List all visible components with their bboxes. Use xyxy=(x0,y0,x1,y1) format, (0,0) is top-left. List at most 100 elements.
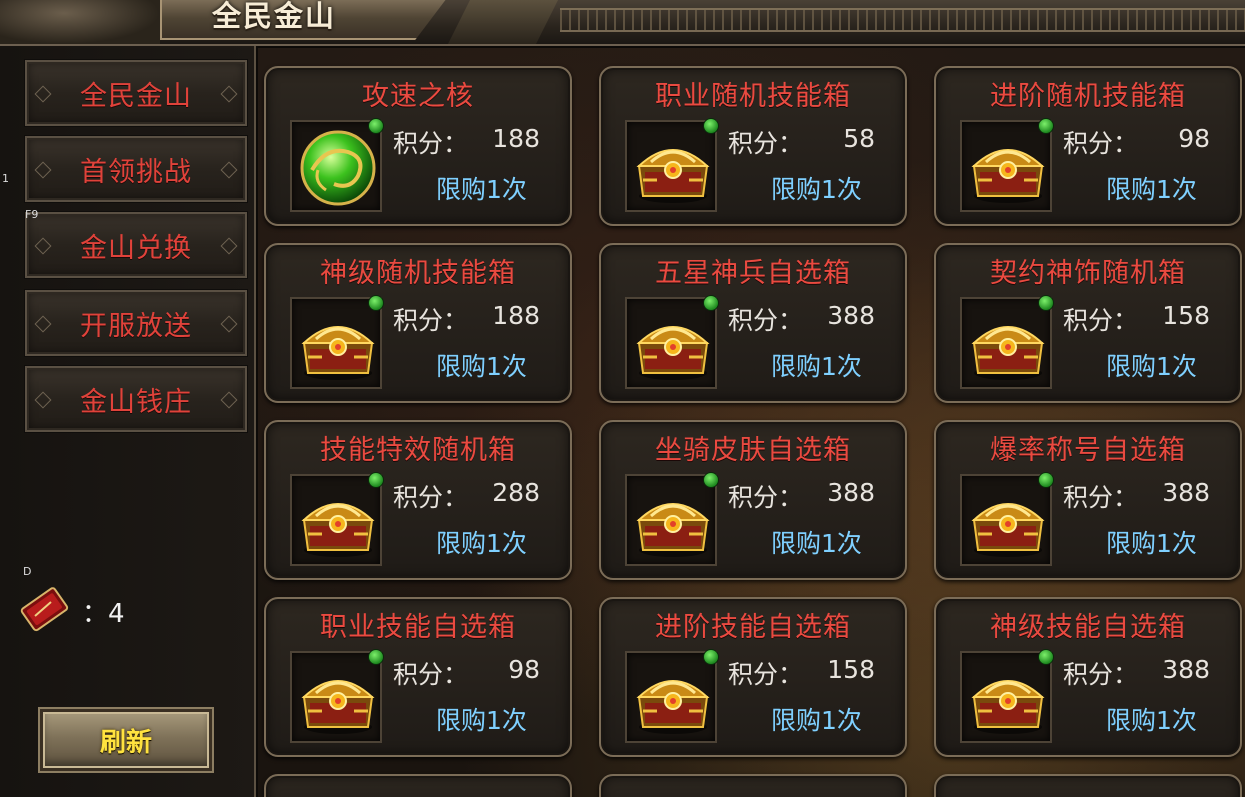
score-value: 188 xyxy=(492,301,540,330)
score-label: 积分： xyxy=(728,306,804,335)
status-dot-icon xyxy=(368,118,384,134)
item-name: 职业随机技能箱 xyxy=(655,81,851,112)
purchase-limit: 限购1次 xyxy=(436,706,527,735)
shop-item-card[interactable]: 攻速之核 积分： 188 限购1次 xyxy=(264,66,572,226)
purchase-limit: 限购1次 xyxy=(771,175,862,204)
window-title: 全民金山 xyxy=(212,0,337,33)
ticket-count: ：4 xyxy=(82,599,125,629)
sidebar-item-boss-challenge[interactable]: 首领挑战 xyxy=(24,135,248,203)
item-name: 攻速之核 xyxy=(362,81,474,112)
shop-item-card[interactable]: 进阶技能自选箱 积分： 158 限购1次 xyxy=(599,597,907,757)
status-dot-icon xyxy=(368,295,384,311)
shop-item-card-partial[interactable] xyxy=(599,774,907,797)
shop-item-card-partial[interactable] xyxy=(264,774,572,797)
score-value: 288 xyxy=(492,478,540,507)
score-label: 积分： xyxy=(393,483,469,512)
hotkey-label: D xyxy=(23,565,32,578)
score-label: 积分： xyxy=(393,660,469,689)
score-label: 积分： xyxy=(393,129,469,158)
treasure-chest-icon[interactable] xyxy=(625,297,717,389)
status-dot-icon xyxy=(703,118,719,134)
purchase-limit: 限购1次 xyxy=(436,175,527,204)
score-label: 积分： xyxy=(1063,483,1139,512)
treasure-chest-icon[interactable] xyxy=(625,474,717,566)
sidebar-item-launch-giveaway[interactable]: 开服放送 xyxy=(24,289,248,357)
status-dot-icon xyxy=(1038,472,1054,488)
score-label: 积分： xyxy=(1063,660,1139,689)
item-name: 神级随机技能箱 xyxy=(320,258,516,289)
shop-item-card[interactable]: 神级随机技能箱 积分： 188 限购1次 xyxy=(264,243,572,403)
treasure-chest-icon[interactable] xyxy=(625,120,717,212)
refresh-button[interactable]: 刷新 xyxy=(38,707,214,773)
score-label: 积分： xyxy=(1063,129,1139,158)
shop-item-card[interactable]: 契约神饰随机箱 积分： 158 限购1次 xyxy=(934,243,1242,403)
treasure-chest-icon[interactable] xyxy=(290,297,382,389)
shop-item-card[interactable]: 职业随机技能箱 积分： 58 限购1次 xyxy=(599,66,907,226)
sidebar-item-jinshan-bank[interactable]: 金山钱庄 xyxy=(24,365,248,433)
meander-border xyxy=(560,8,1245,32)
item-name: 契约神饰随机箱 xyxy=(990,258,1186,289)
status-dot-icon xyxy=(703,649,719,665)
purchase-limit: 限购1次 xyxy=(436,352,527,381)
purchase-limit: 限购1次 xyxy=(771,352,862,381)
item-name: 坐骑皮肤自选箱 xyxy=(655,435,851,466)
shop-item-card[interactable]: 进阶随机技能箱 积分： 98 限购1次 xyxy=(934,66,1242,226)
item-name: 职业技能自选箱 xyxy=(320,612,516,643)
score-value: 388 xyxy=(827,301,875,330)
sidebar: 全民金山 首领挑战 金山兑换 开服放送 金山钱庄 xyxy=(0,46,256,797)
status-dot-icon xyxy=(703,472,719,488)
score-label: 积分： xyxy=(728,483,804,512)
status-dot-icon xyxy=(1038,118,1054,134)
green-orb-icon[interactable] xyxy=(290,120,382,212)
status-dot-icon xyxy=(368,649,384,665)
score-label: 积分： xyxy=(393,306,469,335)
score-value: 98 xyxy=(508,655,540,684)
treasure-chest-icon[interactable] xyxy=(960,651,1052,743)
shop-item-card[interactable]: 五星神兵自选箱 积分： 388 限购1次 xyxy=(599,243,907,403)
hotkey-label: 1 xyxy=(2,172,9,185)
score-value: 98 xyxy=(1178,124,1210,153)
sidebar-item-jinshan-exchange[interactable]: 金山兑换 xyxy=(24,211,248,279)
treasure-chest-icon[interactable] xyxy=(960,474,1052,566)
item-name: 五星神兵自选箱 xyxy=(655,258,851,289)
hotkey-label: F9 xyxy=(25,208,39,221)
score-value: 158 xyxy=(1162,301,1210,330)
item-name: 技能特效随机箱 xyxy=(320,435,516,466)
purchase-limit: 限购1次 xyxy=(1106,175,1197,204)
treasure-chest-icon[interactable] xyxy=(960,120,1052,212)
score-value: 388 xyxy=(827,478,875,507)
score-label: 积分： xyxy=(728,129,804,158)
item-name: 爆率称号自选箱 xyxy=(990,435,1186,466)
treasure-chest-icon[interactable] xyxy=(960,297,1052,389)
shop-item-card[interactable]: 坐骑皮肤自选箱 积分： 388 限购1次 xyxy=(599,420,907,580)
shop-grid: 攻速之核 积分： 188 限购1次 职业随机技能箱 积分： 58 限购1次 进阶… xyxy=(258,48,1245,797)
status-dot-icon xyxy=(1038,649,1054,665)
shop-item-card[interactable]: 职业技能自选箱 积分： 98 限购1次 xyxy=(264,597,572,757)
purchase-limit: 限购1次 xyxy=(436,529,527,558)
purchase-limit: 限购1次 xyxy=(771,706,862,735)
status-dot-icon xyxy=(1038,295,1054,311)
treasure-chest-icon[interactable] xyxy=(290,651,382,743)
treasure-chest-icon[interactable] xyxy=(625,651,717,743)
title-bar: 全民金山 xyxy=(0,0,1245,46)
purchase-limit: 限购1次 xyxy=(1106,352,1197,381)
purchase-limit: 限购1次 xyxy=(1106,706,1197,735)
shop-item-card[interactable]: 技能特效随机箱 积分： 288 限购1次 xyxy=(264,420,572,580)
shop-item-card[interactable]: 神级技能自选箱 积分： 388 限购1次 xyxy=(934,597,1242,757)
score-value: 188 xyxy=(492,124,540,153)
status-dot-icon xyxy=(368,472,384,488)
score-label: 积分： xyxy=(1063,306,1139,335)
treasure-chest-icon[interactable] xyxy=(290,474,382,566)
item-name: 神级技能自选箱 xyxy=(990,612,1186,643)
score-value: 388 xyxy=(1162,655,1210,684)
score-value: 158 xyxy=(827,655,875,684)
shop-item-card[interactable]: 爆率称号自选箱 积分： 388 限购1次 xyxy=(934,420,1242,580)
purchase-limit: 限购1次 xyxy=(771,529,862,558)
shop-item-card-partial[interactable] xyxy=(934,774,1242,797)
item-name: 进阶技能自选箱 xyxy=(655,612,851,643)
title-ornament-icon xyxy=(448,0,558,44)
purchase-limit: 限购1次 xyxy=(1106,529,1197,558)
score-label: 积分： xyxy=(728,660,804,689)
item-name: 进阶随机技能箱 xyxy=(990,81,1186,112)
sidebar-item-quanmin-jinshan[interactable]: 全民金山 xyxy=(24,59,248,127)
